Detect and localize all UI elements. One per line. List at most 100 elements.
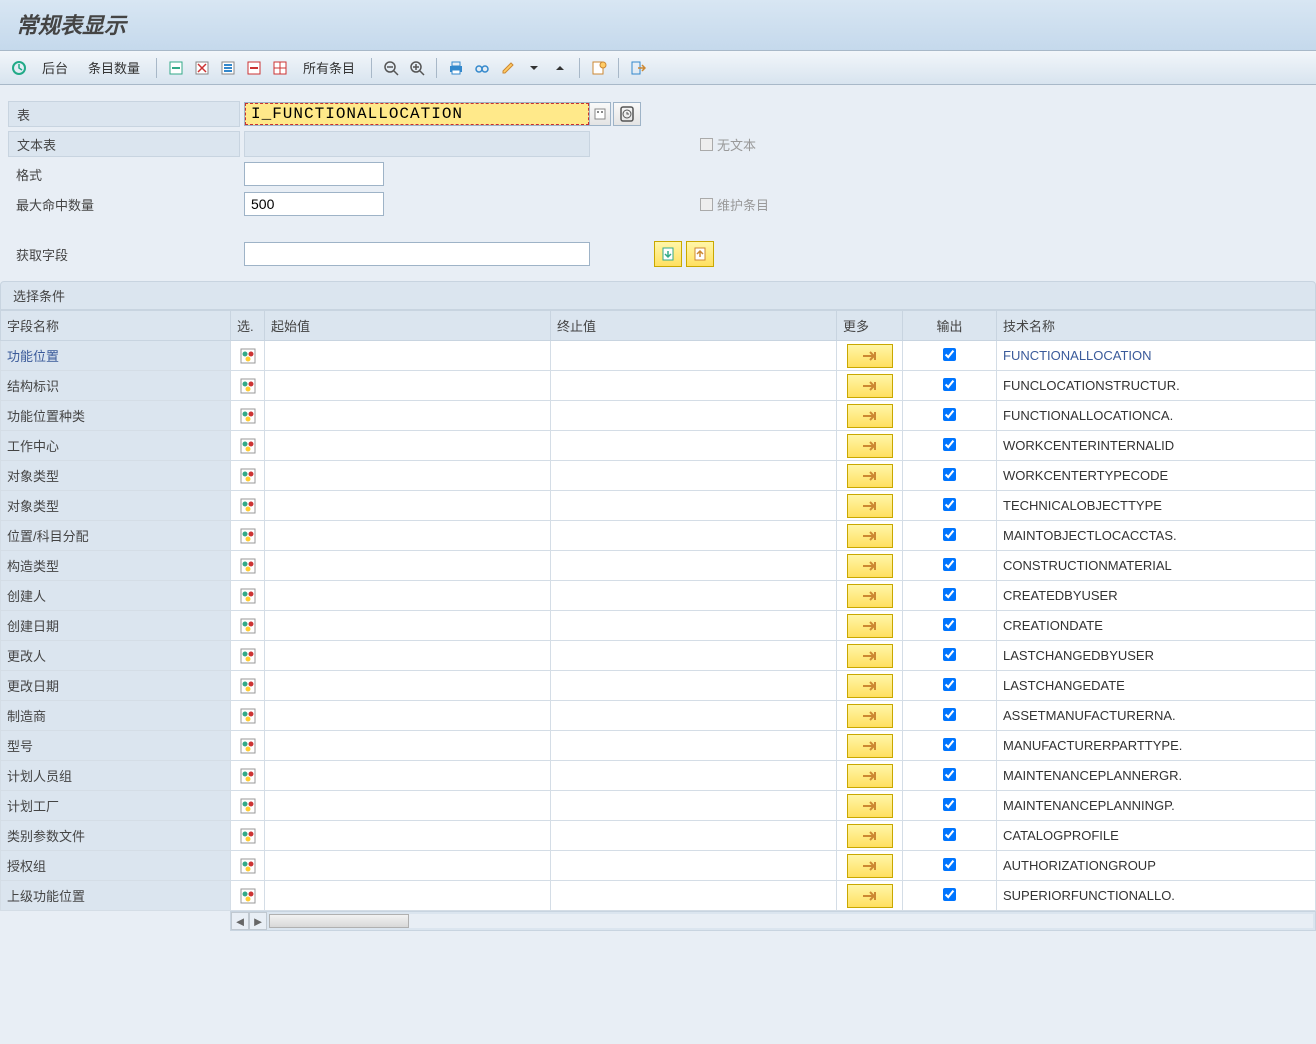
from-value-input[interactable] (265, 761, 550, 790)
selection-options-button[interactable] (231, 341, 264, 370)
insert-row-icon[interactable] (165, 57, 187, 79)
to-value-input[interactable] (551, 881, 836, 910)
selection-options-button[interactable] (231, 401, 264, 430)
to-value-input[interactable] (551, 401, 836, 430)
more-button[interactable] (847, 584, 893, 608)
more-button[interactable] (847, 644, 893, 668)
from-value-input[interactable] (265, 401, 550, 430)
scroll-left-icon[interactable]: ◄ (231, 912, 249, 930)
from-value-input[interactable] (265, 581, 550, 610)
more-button[interactable] (847, 794, 893, 818)
from-value-input[interactable] (265, 491, 550, 520)
selection-options-button[interactable] (231, 791, 264, 820)
export-button[interactable] (686, 241, 714, 267)
output-checkbox[interactable] (943, 828, 956, 841)
to-value-input[interactable] (551, 821, 836, 850)
selection-options-button[interactable] (231, 491, 264, 520)
to-value-input[interactable] (551, 761, 836, 790)
import-button[interactable] (654, 241, 682, 267)
to-value-input[interactable] (551, 611, 836, 640)
grid-icon[interactable] (269, 57, 291, 79)
output-checkbox[interactable] (943, 708, 956, 721)
more-button[interactable] (847, 434, 893, 458)
selection-options-button[interactable] (231, 881, 264, 910)
selection-options-button[interactable] (231, 371, 264, 400)
from-value-input[interactable] (265, 791, 550, 820)
scroll-track[interactable] (269, 914, 1313, 928)
selection-options-button[interactable] (231, 611, 264, 640)
table-history-button[interactable] (613, 102, 641, 126)
from-value-input[interactable] (265, 671, 550, 700)
selection-options-button[interactable] (231, 821, 264, 850)
scroll-thumb[interactable] (269, 914, 409, 928)
from-value-input[interactable] (265, 611, 550, 640)
zoom-out-icon[interactable] (380, 57, 402, 79)
max-hits-input[interactable] (244, 192, 384, 216)
output-checkbox[interactable] (943, 528, 956, 541)
more-button[interactable] (847, 404, 893, 428)
dropdown-up-icon[interactable] (549, 57, 571, 79)
to-value-input[interactable] (551, 641, 836, 670)
output-checkbox[interactable] (943, 648, 956, 661)
to-value-input[interactable] (551, 581, 836, 610)
selection-options-button[interactable] (231, 521, 264, 550)
more-button[interactable] (847, 824, 893, 848)
col-sel[interactable]: 选. (231, 311, 265, 341)
to-value-input[interactable] (551, 851, 836, 880)
output-checkbox[interactable] (943, 468, 956, 481)
background-button[interactable]: 后台 (34, 58, 76, 77)
output-checkbox[interactable] (943, 738, 956, 751)
more-button[interactable] (847, 374, 893, 398)
selection-options-button[interactable] (231, 641, 264, 670)
deselect-icon[interactable] (243, 57, 265, 79)
to-value-input[interactable] (551, 791, 836, 820)
delete-row-icon[interactable] (191, 57, 213, 79)
exit-icon[interactable] (627, 57, 649, 79)
dropdown-down-icon[interactable] (523, 57, 545, 79)
output-checkbox[interactable] (943, 438, 956, 451)
col-output[interactable]: 输出 (903, 311, 997, 341)
output-checkbox[interactable] (943, 858, 956, 871)
more-button[interactable] (847, 614, 893, 638)
selection-options-button[interactable] (231, 701, 264, 730)
get-fields-input[interactable] (244, 242, 590, 266)
selection-options-button[interactable] (231, 461, 264, 490)
pencil-icon[interactable] (497, 57, 519, 79)
col-from[interactable]: 起始值 (265, 311, 551, 341)
selection-options-button[interactable] (231, 731, 264, 760)
output-checkbox[interactable] (943, 768, 956, 781)
from-value-input[interactable] (265, 701, 550, 730)
table-input[interactable] (244, 102, 590, 126)
output-checkbox[interactable] (943, 588, 956, 601)
to-value-input[interactable] (551, 341, 836, 370)
to-value-input[interactable] (551, 551, 836, 580)
more-button[interactable] (847, 464, 893, 488)
to-value-input[interactable] (551, 371, 836, 400)
from-value-input[interactable] (265, 821, 550, 850)
more-button[interactable] (847, 764, 893, 788)
horizontal-scrollbar[interactable]: ◄ ► (230, 911, 1316, 931)
from-value-input[interactable] (265, 521, 550, 550)
zoom-in-icon[interactable] (406, 57, 428, 79)
to-value-input[interactable] (551, 431, 836, 460)
col-more[interactable]: 更多 (837, 311, 903, 341)
selection-options-button[interactable] (231, 581, 264, 610)
variant-icon[interactable] (588, 57, 610, 79)
execute-icon[interactable] (8, 57, 30, 79)
output-checkbox[interactable] (943, 348, 956, 361)
col-tech[interactable]: 技术名称 (997, 311, 1316, 341)
selection-options-button[interactable] (231, 851, 264, 880)
selection-options-button[interactable] (231, 551, 264, 580)
glasses-icon[interactable] (471, 57, 493, 79)
more-button[interactable] (847, 524, 893, 548)
format-input[interactable] (244, 162, 384, 186)
from-value-input[interactable] (265, 851, 550, 880)
selection-options-button[interactable] (231, 761, 264, 790)
more-button[interactable] (847, 854, 893, 878)
col-field-name[interactable]: 字段名称 (1, 311, 231, 341)
more-button[interactable] (847, 884, 893, 908)
more-button[interactable] (847, 674, 893, 698)
output-checkbox[interactable] (943, 678, 956, 691)
output-checkbox[interactable] (943, 408, 956, 421)
output-checkbox[interactable] (943, 378, 956, 391)
